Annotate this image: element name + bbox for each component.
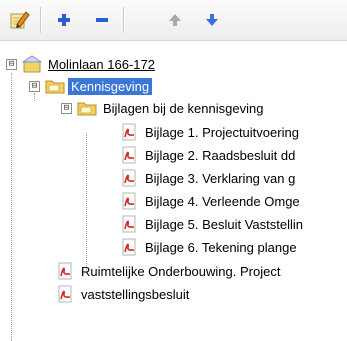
pdf-icon bbox=[54, 284, 76, 304]
folder-icon bbox=[76, 98, 98, 118]
house-folder-icon bbox=[21, 54, 43, 74]
tree-node-label: Bijlage 2. Raadsbesluit dd bbox=[145, 147, 296, 163]
tree-node-document[interactable]: vaststellingsbesluit bbox=[54, 284, 192, 304]
pdf-icon bbox=[118, 145, 140, 165]
move-down-button[interactable] bbox=[200, 8, 224, 32]
collapse-toggle[interactable]: ⊟ bbox=[61, 102, 72, 114]
tree-connector bbox=[86, 133, 87, 270]
add-button[interactable] bbox=[52, 8, 76, 32]
folder-icon bbox=[44, 76, 66, 96]
tree-node-label: Molinlaan 166-172 bbox=[48, 56, 155, 72]
tree-node-attachment[interactable]: Bijlage 5. Besluit Vaststellin bbox=[118, 214, 306, 234]
tree-node-label: Bijlage 5. Besluit Vaststellin bbox=[145, 216, 304, 232]
tree-node-label: Bijlage 4. Verleende Omge bbox=[145, 193, 300, 209]
pdf-icon bbox=[118, 214, 140, 234]
tree-node-label: Bijlage 1. Projectuitvoering bbox=[145, 124, 299, 140]
tree-node-attachment[interactable]: Bijlage 4. Verleende Omge bbox=[118, 191, 303, 211]
pdf-icon bbox=[118, 191, 140, 211]
tree-node-attachment[interactable]: Bijlage 2. Raadsbesluit dd bbox=[118, 145, 298, 165]
collapse-toggle[interactable]: ⊟ bbox=[29, 80, 40, 92]
tree-node-document[interactable]: Ruimtelijke Onderbouwing. Project bbox=[54, 261, 283, 281]
pdf-icon bbox=[54, 261, 76, 281]
tree-node-bijlagen[interactable]: ⊟ Bijlagen bij de kennisgeving bbox=[61, 98, 266, 118]
arrow-up-icon bbox=[169, 14, 181, 26]
tree-node-kennisgeving[interactable]: ⊟ Kennisgeving bbox=[29, 76, 153, 96]
arrow-down-icon bbox=[206, 14, 218, 26]
document-tree: ⊟ Molinlaan 166-172 ⊟ Kennisgeving ⊟ Bij… bbox=[0, 40, 347, 341]
tree-node-root[interactable]: ⊟ Molinlaan 166-172 bbox=[6, 54, 158, 74]
tree-node-attachment[interactable]: Bijlage 1. Projectuitvoering bbox=[118, 122, 302, 142]
minus-icon bbox=[96, 18, 108, 22]
collapse-toggle[interactable]: ⊟ bbox=[6, 58, 17, 70]
tree-node-label: Bijlage 6. Tekening plange bbox=[145, 239, 297, 255]
pdf-icon bbox=[118, 168, 140, 188]
move-up-button[interactable] bbox=[163, 8, 187, 32]
pencil-notepad-icon bbox=[10, 11, 30, 29]
pdf-icon bbox=[118, 122, 140, 142]
plus-icon bbox=[58, 14, 70, 26]
toolbar-separator bbox=[40, 7, 42, 33]
tree-node-label: Kennisgeving bbox=[68, 77, 153, 95]
tree-node-attachment[interactable]: Bijlage 3. Verklaring van g bbox=[118, 168, 298, 188]
remove-button[interactable] bbox=[90, 8, 114, 32]
pdf-icon bbox=[118, 237, 140, 257]
tree-node-label: Bijlage 3. Verklaring van g bbox=[145, 170, 296, 186]
tree-node-label: vaststellingsbesluit bbox=[81, 286, 190, 302]
tree-node-label: Ruimtelijke Onderbouwing. Project bbox=[81, 263, 281, 279]
tree-node-attachment[interactable]: Bijlage 6. Tekening plange bbox=[118, 237, 300, 257]
tree-connector bbox=[11, 73, 12, 341]
toolbar bbox=[0, 0, 347, 41]
edit-button[interactable] bbox=[7, 8, 31, 32]
toolbar-separator bbox=[123, 7, 125, 33]
tree-node-label: Bijlagen bij de kennisgeving bbox=[103, 100, 264, 116]
